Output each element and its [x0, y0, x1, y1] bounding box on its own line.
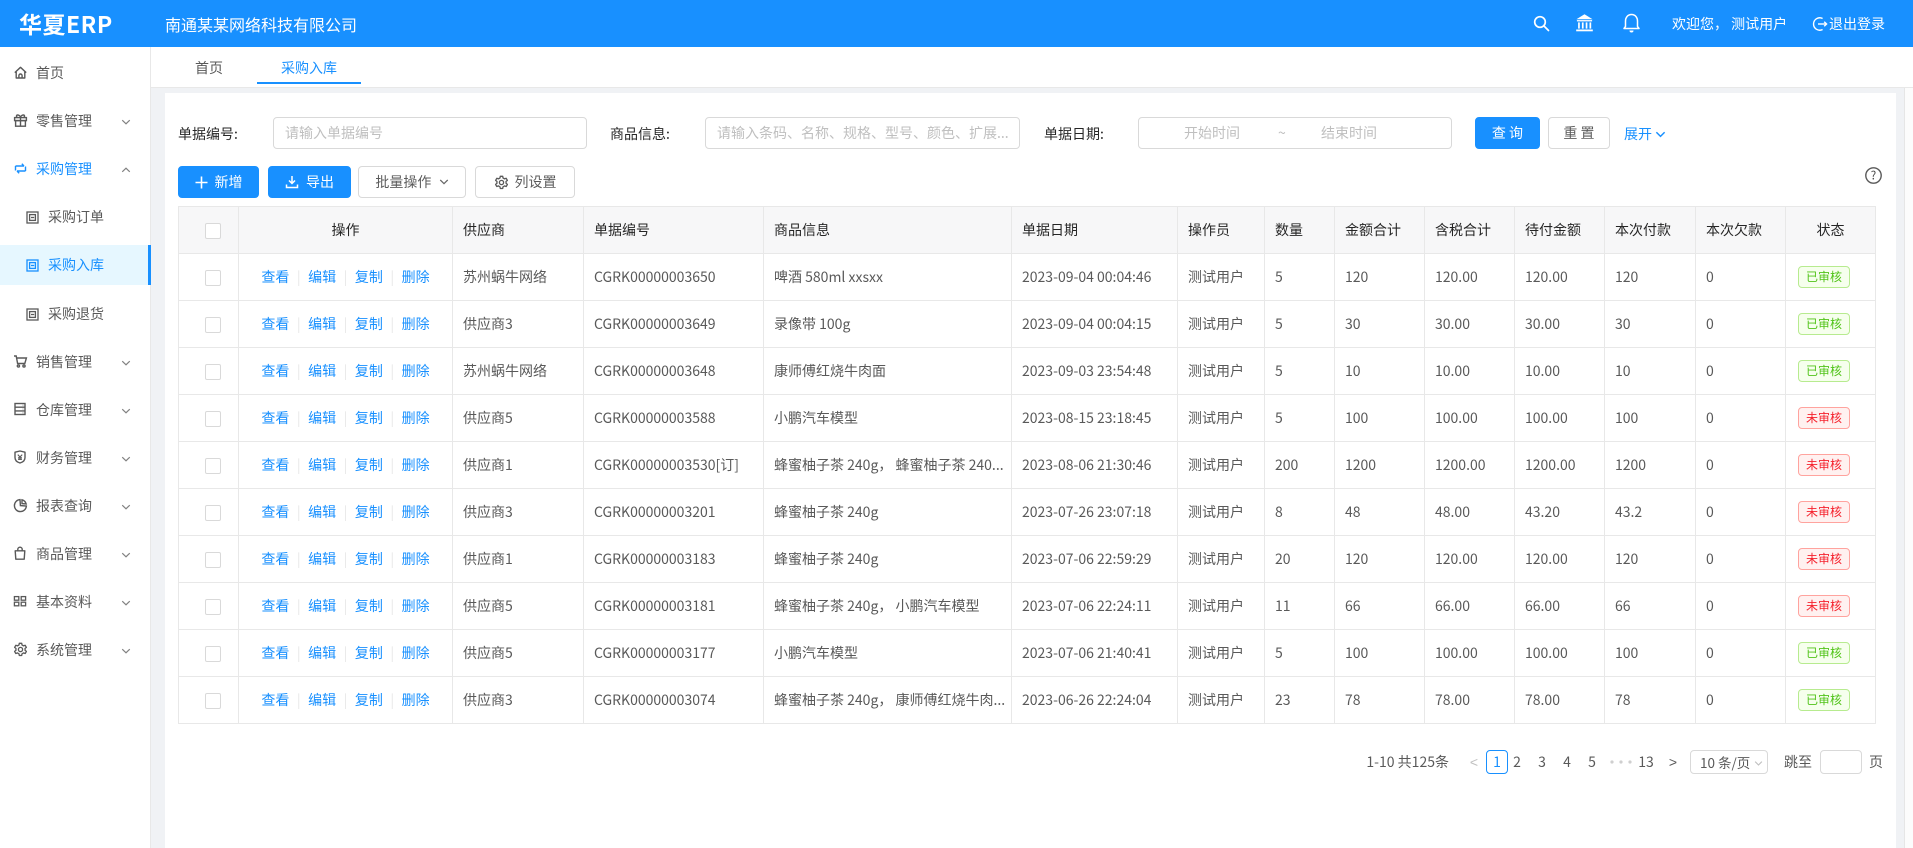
- svg-text:?: ?: [1871, 167, 1876, 183]
